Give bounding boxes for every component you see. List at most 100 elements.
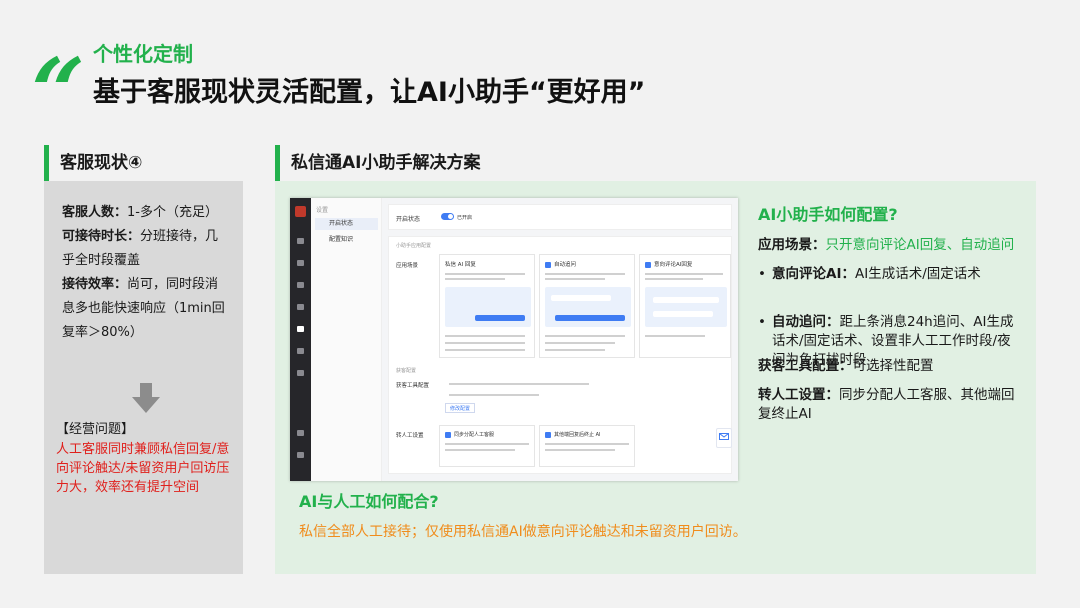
app-rail	[290, 198, 311, 481]
scene-label: 应用场景：	[758, 237, 826, 253]
config-card: 小助手应用配置 应用场景 私信 AI 回复 自动追问 意向评论AI回复 获客配置…	[388, 236, 732, 474]
card-private-ai[interactable]: 私信 AI 回复	[439, 254, 535, 358]
status-label: 开启状态	[396, 216, 421, 223]
transfer-option-sync[interactable]: 同步分配人工客服	[439, 425, 535, 467]
card-preview	[445, 287, 531, 327]
rail-icon	[297, 430, 304, 436]
option-title-text: 同步分配人工客服	[454, 432, 495, 438]
tool-detail	[449, 394, 539, 396]
card-detail	[445, 349, 525, 351]
chat-bubble	[653, 297, 719, 303]
rail-icon-active	[297, 326, 304, 332]
card-title: 自动追问	[545, 260, 576, 268]
card-desc	[645, 273, 723, 275]
scene-value: 只开意向评论AI回复、自动追问	[825, 237, 1015, 253]
card-preview	[545, 287, 631, 327]
stat-hours: 可接待时长：分班接待，几乎全时段覆盖	[62, 225, 231, 273]
rail-icon	[297, 452, 304, 458]
modify-config-button[interactable]: 修改配置	[445, 403, 476, 413]
transfer-line: 转人工设置：同步分配人工客服、其他端回复终止AI	[758, 386, 1023, 424]
card-preview	[645, 287, 727, 327]
nav-item-status[interactable]: 开启状态	[315, 218, 378, 230]
app-nav: 设置 开启状态 配置知识	[311, 198, 382, 481]
scene-line: 应用场景：只开意向评论AI回复、自动追问	[758, 236, 1023, 255]
app-logo	[295, 206, 306, 217]
left-panel: 客服人数：1-多个（充足） 可接待时长：分班接待，几乎全时段覆盖 接待效率：尚可…	[44, 181, 243, 574]
option-desc	[445, 449, 515, 451]
chat-bubble	[551, 295, 611, 301]
checkbox-icon[interactable]	[645, 261, 651, 268]
card-title: 意向评论AI回复	[645, 260, 692, 268]
tool-line: 获客工具配置：可选择性配置	[758, 357, 1023, 376]
chat-bubble	[555, 315, 625, 321]
chat-bubble	[475, 315, 525, 321]
issue-title: 【经营问题】	[56, 422, 135, 437]
option-title: 同步分配人工客服	[445, 431, 494, 438]
rail-icon	[297, 370, 304, 376]
card-desc	[545, 278, 605, 280]
card-desc	[445, 273, 525, 275]
stat-staff: 客服人数：1-多个（充足）	[62, 201, 231, 225]
bullet-label: 意向评论AI：	[772, 266, 855, 282]
stat-label: 可接待时长：	[62, 229, 141, 244]
card-desc	[445, 278, 505, 280]
option-desc	[545, 449, 615, 451]
bullet-comment-ai: 意向评论AI：AI生成话术/固定话术	[758, 265, 1023, 284]
tool-label: 获客工具配置	[396, 383, 430, 389]
app-screenshot: 设置 开启状态 配置知识 开启状态 已开启 小助手应用配置 应用场景 私信 AI…	[290, 198, 738, 481]
chat-bubble	[653, 311, 713, 317]
checkbox-icon[interactable]	[545, 261, 551, 268]
rail-icon	[297, 260, 304, 266]
rail-icon	[297, 238, 304, 244]
issue-text: 人工客服同时兼顾私信回复/意向评论触达/未留资用户回访压力大，效率还有提升空间	[56, 442, 230, 495]
rail-icon	[297, 282, 304, 288]
page-subtitle: 个性化定制	[93, 42, 193, 66]
config-question: AI小助手如何配置?	[758, 205, 898, 224]
card-comment-ai[interactable]: 意向评论AI回复	[639, 254, 731, 358]
card-auto-followup[interactable]: 自动追问	[539, 254, 635, 358]
option-desc	[445, 443, 529, 445]
card-detail	[545, 349, 605, 351]
option-desc	[545, 443, 629, 445]
mail-icon[interactable]	[716, 428, 732, 448]
card-title: 私信 AI 回复	[445, 262, 476, 268]
stat-value: 1-多个（充足）	[127, 205, 218, 220]
right-panel: 设置 开启状态 配置知识 开启状态 已开启 小助手应用配置 应用场景 私信 AI…	[275, 181, 1036, 574]
card-detail	[545, 342, 615, 344]
app-main: 开启状态 已开启 小助手应用配置 应用场景 私信 AI 回复 自动追问 意向评论…	[382, 198, 738, 481]
tool-value: 可选择性配置	[852, 358, 934, 374]
transfer-label: 转人工设置：	[758, 387, 839, 403]
card-detail	[445, 342, 525, 344]
option-title: 其他端回复后终止 AI	[545, 431, 601, 438]
arrow-down-icon	[132, 383, 160, 413]
card-desc	[645, 278, 703, 280]
bullet-label: 自动追问：	[772, 314, 840, 330]
left-panel-heading: 客服现状④	[44, 145, 244, 181]
status-value: 已开启	[457, 215, 473, 221]
nav-item-knowledge[interactable]: 配置知识	[315, 234, 378, 246]
transfer-label: 转人工设置	[396, 433, 424, 439]
right-panel-heading: 私信通AI小助手解决方案	[275, 145, 575, 181]
card-title-text: 意向评论AI回复	[654, 262, 693, 268]
checkbox-icon[interactable]	[545, 431, 551, 438]
config-section-label: 小助手应用配置	[396, 243, 432, 249]
coop-question: AI与人工如何配合?	[299, 492, 439, 511]
coop-answer: 私信全部人工接待；仅使用私信通AI做意向评论触达和未留资用户回访。	[299, 524, 747, 540]
card-detail	[545, 335, 625, 337]
tool-detail	[449, 383, 589, 385]
card-title-text: 自动追问	[554, 262, 577, 268]
scene-label: 应用场景	[396, 263, 419, 269]
checkbox-icon[interactable]	[445, 431, 451, 438]
option-title-text: 其他端回复后终止 AI	[554, 432, 601, 438]
bullet-value: AI生成话术/固定话术	[854, 266, 981, 282]
page-title: 基于客服现状灵活配置，让AI小助手“更好用”	[93, 77, 646, 108]
stat-efficiency: 接待效率：尚可，同时段消息多也能快速响应（1min回复率＞80%）	[62, 273, 231, 345]
tool-section-label: 获客配置	[396, 368, 417, 374]
status-toggle[interactable]	[441, 213, 454, 220]
rail-icon	[297, 348, 304, 354]
stat-label: 客服人数：	[62, 205, 128, 220]
nav-header: 设置	[316, 207, 329, 214]
card-desc	[545, 273, 625, 275]
transfer-option-stop[interactable]: 其他端回复后终止 AI	[539, 425, 635, 467]
rail-icon	[297, 304, 304, 310]
